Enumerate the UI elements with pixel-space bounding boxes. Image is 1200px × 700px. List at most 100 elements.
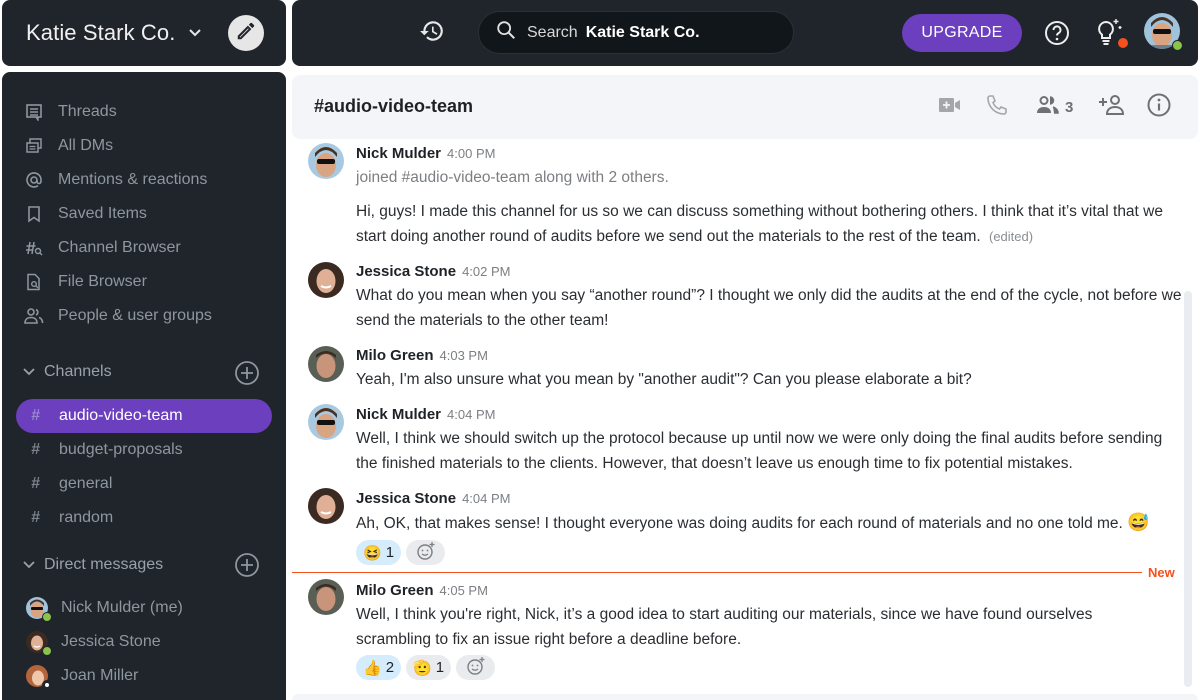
channel-header: #audio-video-team 3: [292, 75, 1198, 139]
dms-section-toggle[interactable]: Direct messages: [22, 550, 262, 580]
channel-name: audio-video-team: [59, 407, 183, 424]
edited-label: (edited): [989, 229, 1034, 244]
video-call-button[interactable]: [938, 94, 962, 120]
avatar[interactable]: [308, 404, 344, 440]
online-status-dot: [1172, 40, 1183, 51]
phone-icon: [986, 94, 1008, 120]
avatar: [26, 631, 52, 656]
chevron-down-icon: [22, 560, 36, 570]
info-icon: [1147, 93, 1171, 121]
sidebar-item-threads[interactable]: Threads: [24, 97, 117, 127]
message-author[interactable]: Nick Mulder 4:00 PM: [356, 145, 495, 162]
add-reaction-icon: [416, 541, 436, 565]
add-channel-button[interactable]: [234, 360, 260, 386]
dm-item-joan-miller[interactable]: Joan Miller: [26, 661, 138, 691]
upgrade-button[interactable]: UPGRADE: [902, 14, 1022, 52]
bookmark-icon: [24, 204, 44, 224]
avatar: [26, 597, 52, 622]
avatar[interactable]: [308, 346, 344, 382]
avatar[interactable]: [308, 579, 344, 615]
plus-circle-icon: [234, 361, 260, 390]
message-text: What do you mean when you say “another r…: [356, 287, 1182, 329]
emoji: 😅: [1127, 512, 1150, 532]
sidebar-item-label: Mentions & reactions: [58, 171, 208, 188]
sidebar-item-people[interactable]: People & user groups: [24, 301, 212, 331]
sidebar-item-label: All DMs: [58, 137, 114, 154]
chevron-down-icon[interactable]: [187, 25, 203, 41]
file-search-icon: [24, 272, 44, 292]
message-author[interactable]: Milo Green 4:03 PM: [356, 347, 488, 364]
history-button[interactable]: [418, 19, 446, 47]
sidebar-item-label: Threads: [58, 103, 117, 120]
channel-item-audio-video-team[interactable]: # audio-video-team: [16, 399, 272, 433]
people-icon: [24, 306, 44, 326]
channel-item-random[interactable]: # random: [16, 501, 272, 535]
message-timestamp: 4:00 PM: [447, 146, 496, 161]
sidebar-item-all-dms[interactable]: All DMs: [24, 131, 113, 161]
message-text: Well, I think we should switch up the pr…: [356, 430, 1163, 472]
search-label: Search: [527, 23, 578, 41]
message-author[interactable]: Jessica Stone 4:04 PM: [356, 490, 510, 507]
channels-section-toggle[interactable]: Channels: [22, 357, 262, 387]
sidebar-item-label: People & user groups: [58, 307, 212, 324]
compose-button[interactable]: [228, 15, 264, 51]
sidebar-item-label: Channel Browser: [58, 239, 181, 256]
add-member-button[interactable]: [1098, 94, 1126, 120]
message-text: Well, I think you're right, Nick, it’s a…: [356, 606, 1093, 648]
message-scrollbar[interactable]: [1184, 291, 1192, 687]
message-author[interactable]: Jessica Stone 4:02 PM: [356, 263, 510, 280]
search-scope: Katie Stark Co.: [585, 23, 700, 41]
message-timestamp: 4:04 PM: [447, 407, 496, 422]
avatar[interactable]: [308, 488, 344, 524]
message-timestamp: 4:05 PM: [439, 583, 488, 598]
plus-circle-icon: [234, 553, 260, 582]
add-reaction-button[interactable]: [406, 540, 446, 565]
channel-item-budget-proposals[interactable]: # budget-proposals: [16, 433, 272, 467]
dm-item-jessica-stone[interactable]: Jessica Stone: [26, 627, 161, 657]
reaction-button[interactable]: 🫡 1: [406, 655, 452, 680]
avatar[interactable]: [308, 143, 344, 179]
message-timestamp: 4:04 PM: [462, 491, 511, 506]
emoji: 👍: [363, 659, 382, 677]
tips-button[interactable]: [1092, 16, 1128, 50]
channel-item-general[interactable]: # general: [16, 467, 272, 501]
add-reaction-icon: [466, 656, 486, 680]
avatar[interactable]: [308, 262, 344, 298]
channel-info-button[interactable]: [1147, 93, 1171, 121]
add-reaction-button[interactable]: [456, 655, 496, 680]
message-author[interactable]: Nick Mulder 4:04 PM: [356, 406, 495, 423]
dm-name: Joan Miller: [61, 667, 139, 684]
dm-name: Nick Mulder (me): [61, 599, 183, 616]
sidebar-item-saved[interactable]: Saved Items: [24, 199, 147, 229]
dm-item-nick-mulder[interactable]: Nick Mulder (me): [26, 593, 183, 623]
user-avatar[interactable]: [1144, 13, 1183, 51]
sidebar-item-label: Saved Items: [58, 205, 147, 222]
sidebar-item-mentions[interactable]: Mentions & reactions: [24, 165, 207, 195]
members-button[interactable]: 3: [1035, 94, 1073, 120]
channel-title[interactable]: #audio-video-team: [314, 96, 473, 117]
sidebar-item-file-browser[interactable]: File Browser: [24, 267, 147, 297]
phone-call-button[interactable]: [986, 94, 1008, 120]
channel-name: random: [59, 509, 114, 526]
message-text: Yeah, I'm also unsure what you mean by "…: [356, 371, 972, 388]
dms-header: Direct messages: [44, 556, 164, 573]
reaction-button[interactable]: 😆 1: [356, 540, 402, 565]
help-button[interactable]: [1044, 20, 1070, 46]
search-input[interactable]: Search Katie Stark Co.: [478, 11, 794, 54]
add-member-icon: [1098, 94, 1126, 120]
reaction-button[interactable]: 👍 2: [356, 655, 402, 680]
composer-edge: [292, 694, 1198, 700]
message-author[interactable]: Milo Green 4:05 PM: [356, 582, 488, 599]
add-dm-button[interactable]: [234, 552, 260, 578]
channels-header: Channels: [44, 363, 112, 380]
workspace-name[interactable]: Katie Stark Co.: [26, 20, 175, 46]
message-text: Ah, OK, that makes sense! I thought ever…: [356, 512, 1150, 532]
avatar: [26, 665, 52, 690]
all-dms-icon: [24, 136, 44, 156]
sidebar-item-channel-browser[interactable]: Channel Browser: [24, 233, 181, 263]
emoji: 😆: [363, 544, 382, 562]
new-messages-divider: [292, 572, 1142, 573]
notification-dot: [1118, 38, 1128, 48]
workspace-header: Katie Stark Co.: [2, 0, 286, 66]
help-circle-icon: [1044, 21, 1070, 50]
